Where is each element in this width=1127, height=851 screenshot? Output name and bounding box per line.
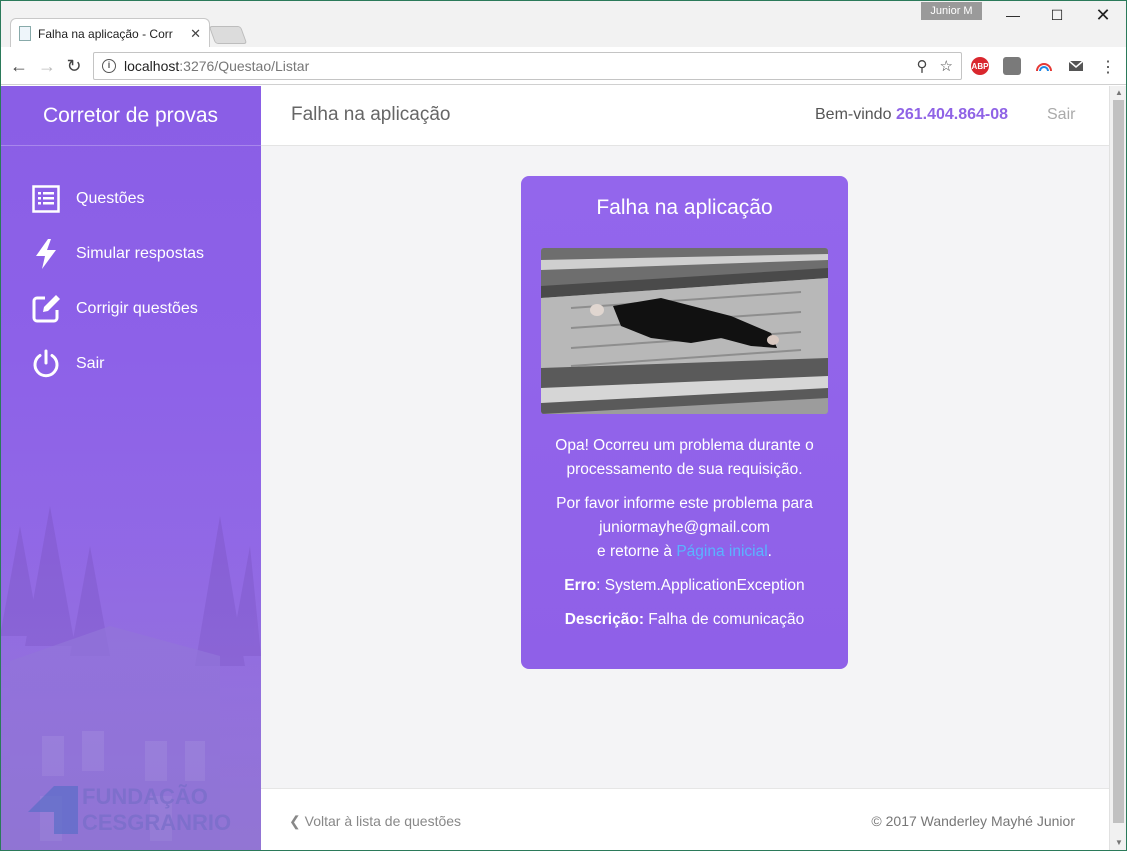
back-to-list-link[interactable]: ❮ Voltar à lista de questões: [289, 813, 461, 830]
main-content: Falha na aplicação Opa! Ocorreu um probl…: [261, 146, 1109, 788]
mail-icon[interactable]: [1067, 57, 1085, 75]
sidebar-item-label: Questões: [76, 189, 145, 207]
logout-link[interactable]: Sair: [1047, 106, 1075, 124]
error-card: Falha na aplicação Opa! Ocorreu um probl…: [521, 176, 848, 669]
page: Corretor de provas Questões Simular resp…: [0, 86, 1109, 851]
error-message: Opa! Ocorreu um problema durante o proce…: [555, 437, 814, 478]
error-image: [541, 248, 828, 414]
sidebar-item-simular[interactable]: Simular respostas: [0, 226, 261, 281]
browser-titlebar: Junior M — ☐ ✕ Falha na aplicação - Corr…: [0, 0, 1127, 48]
cesgranrio-mark-icon: [28, 786, 78, 834]
key-icon[interactable]: ⚲: [917, 57, 928, 75]
scroll-thumb[interactable]: [1113, 100, 1124, 823]
error-card-title: Falha na aplicação: [596, 196, 773, 219]
page-favicon-icon: [19, 26, 31, 41]
sidebar-item-questoes[interactable]: Questões: [0, 171, 261, 226]
sidebar-item-corrigir[interactable]: Corrigir questões: [0, 281, 261, 336]
close-icon[interactable]: ✕: [1080, 0, 1126, 30]
fundacao-cesgranrio-logo: FUNDAÇÃO CESGRANRIO: [24, 782, 231, 838]
topbar: Falha na aplicação Bem-vindo 261.404.864…: [261, 86, 1109, 146]
user-id[interactable]: 261.404.864-08: [896, 106, 1008, 123]
footer: ❮ Voltar à lista de questões © 2017 Wand…: [261, 788, 1109, 851]
menu-dots-icon[interactable]: ⋮: [1100, 57, 1116, 77]
page-title: Falha na aplicação: [291, 104, 451, 125]
bookmark-star-icon[interactable]: ☆: [940, 57, 953, 75]
reload-icon[interactable]: ↻: [63, 55, 85, 77]
logo-line1: FUNDAÇÃO: [82, 784, 208, 809]
sidebar-item-label: Sair: [76, 354, 105, 372]
rainbow-extension-icon[interactable]: [1035, 57, 1053, 75]
brand-title[interactable]: Corretor de provas: [0, 86, 261, 146]
forward-arrow-icon[interactable]: →: [36, 55, 58, 77]
browser-tab[interactable]: Falha na aplicação - Corr ✕: [10, 18, 210, 48]
back-arrow-icon[interactable]: ←: [8, 55, 30, 77]
new-tab-button[interactable]: [208, 26, 248, 44]
edit-icon: [30, 293, 62, 325]
browser-toolbar: ← → ↻ i localhost:3276/Questao/Listar ⚲ …: [0, 47, 1127, 85]
scroll-down-icon[interactable]: ▼: [1115, 838, 1123, 847]
welcome-text: Bem-vindo 261.404.864-08: [815, 106, 1009, 123]
url-text: localhost:3276/Questao/Listar: [124, 58, 310, 74]
info-icon[interactable]: i: [102, 59, 116, 73]
sidebar-item-label: Simular respostas: [76, 244, 205, 262]
maximize-icon[interactable]: ☐: [1034, 0, 1080, 30]
home-link[interactable]: Página inicial: [676, 543, 767, 560]
address-bar[interactable]: i localhost:3276/Questao/Listar ⚲ ☆: [93, 52, 962, 80]
profile-badge[interactable]: Junior M: [921, 2, 982, 20]
chevron-left-icon: ❮: [289, 813, 301, 829]
sidebar-item-sair[interactable]: Sair: [0, 336, 261, 391]
lightning-icon: [30, 238, 62, 270]
copyright-text: © 2017 Wanderley Mayhé Junior: [871, 813, 1075, 829]
contact-email: juniormayhe@gmail.com: [599, 519, 770, 536]
sidebar: Corretor de provas Questões Simular resp…: [0, 86, 261, 851]
error-type: Erro: System.ApplicationException: [564, 577, 805, 594]
tab-title: Falha na aplicação - Corr: [38, 26, 173, 41]
adblock-icon[interactable]: ABP: [971, 57, 989, 75]
power-icon: [30, 348, 62, 380]
logo-line2: CESGRANRIO: [82, 810, 232, 835]
minimize-icon[interactable]: —: [990, 0, 1036, 30]
sidebar-item-label: Corrigir questões: [76, 299, 198, 317]
list-icon: [30, 183, 62, 215]
sidebar-nav: Questões Simular respostas Corrigir ques…: [0, 171, 261, 391]
extension-box-icon[interactable]: [1003, 57, 1021, 75]
scroll-up-icon[interactable]: ▲: [1115, 88, 1123, 97]
report-text: Por favor informe este problema para jun…: [539, 492, 830, 564]
vertical-scrollbar[interactable]: ▲ ▼: [1109, 86, 1127, 851]
error-description: Descrição: Falha de comunicação: [564, 611, 805, 628]
tab-close-icon[interactable]: ✕: [190, 26, 201, 42]
